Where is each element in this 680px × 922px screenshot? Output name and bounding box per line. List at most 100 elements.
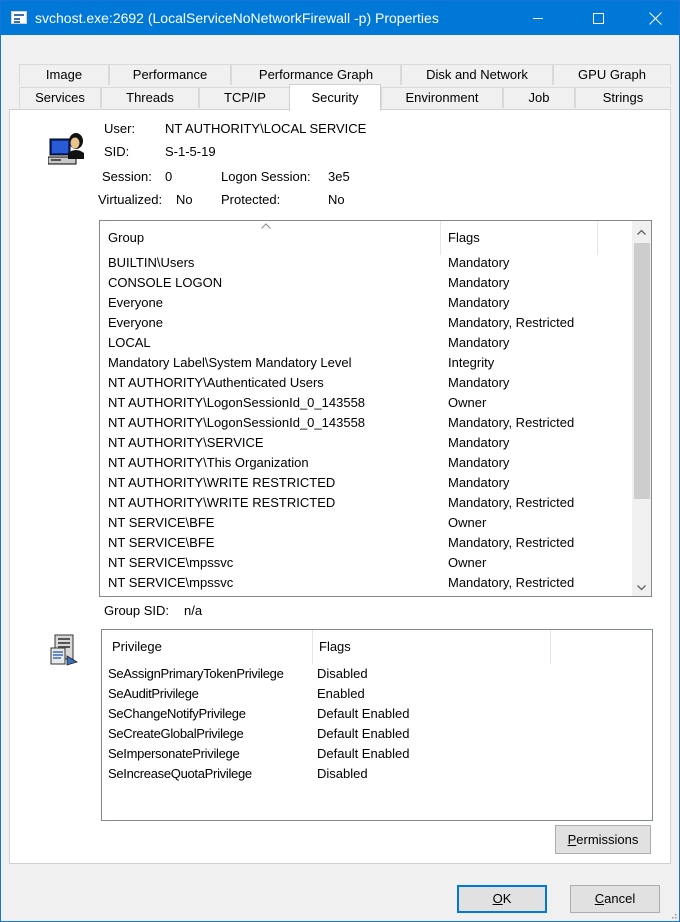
window-app-icon [11,11,27,24]
session-value: 0 [165,169,173,184]
ok-button[interactable]: OK [457,885,547,913]
tab-image[interactable]: Image [19,64,109,85]
tab-threads[interactable]: Threads [101,87,199,108]
resize-grip-icon[interactable] [667,909,677,919]
user-value: NT AUTHORITY\LOCAL SERVICE [165,121,367,136]
close-icon [649,11,663,25]
tab-services[interactable]: Services [19,87,101,108]
group-row-name[interactable]: NT AUTHORITY\LogonSessionId_0_143558 [108,415,365,430]
group-row-flags[interactable]: Mandatory [448,275,509,290]
virtualized-value: No [176,192,193,207]
group-row-flags[interactable]: Mandatory, Restricted [448,315,574,330]
close-button[interactable] [633,1,679,35]
title-bar[interactable]: svchost.exe:2692 (LocalServiceNoNetworkF… [1,1,679,35]
group-row-name[interactable]: NT AUTHORITY\This Organization [108,455,309,470]
group-row-name[interactable]: NT AUTHORITY\Authenticated Users [108,375,324,390]
privilege-row-name[interactable]: SeIncreaseQuotaPrivilege [108,766,252,781]
tab-job[interactable]: Job [503,87,575,108]
group-row-name[interactable]: Everyone [108,315,163,330]
cancel-button[interactable]: Cancel [570,885,660,913]
user-computer-icon [48,133,84,165]
group-row-flags[interactable]: Mandatory, Restricted [448,575,574,590]
group-row-name[interactable]: NT AUTHORITY\WRITE RESTRICTED [108,475,335,490]
privilege-flags-column-header[interactable]: Flags [311,630,551,664]
maximize-icon [592,12,604,24]
group-row-name[interactable]: BUILTIN\Users [108,255,194,270]
group-row-name[interactable]: NT SERVICE\BFE [108,535,214,550]
sid-label: SID: [104,144,130,159]
logon-session-label: Logon Session: [221,169,311,184]
group-row-flags[interactable]: Mandatory [448,335,509,350]
group-row-flags[interactable]: Mandatory, Restricted [448,495,574,510]
minimize-icon [533,17,543,19]
privilege-row-flags[interactable]: Default Enabled [317,746,410,761]
scroll-thumb[interactable] [634,243,650,499]
user-label: User: [104,121,136,136]
properties-window: svchost.exe:2692 (LocalServiceNoNetworkF… [0,0,680,922]
protected-label: Protected: [221,192,281,207]
group-row-name[interactable]: NT SERVICE\mpssvc [108,575,233,590]
group-row-flags[interactable]: Mandatory, Restricted [448,415,574,430]
group-row-flags[interactable]: Mandatory [448,255,509,270]
group-row-flags[interactable]: Integrity [448,355,494,370]
tab-performance[interactable]: Performance [109,64,231,85]
tab-environment[interactable]: Environment [381,87,503,108]
privileges-icon [50,634,78,666]
tab-security[interactable]: Security [289,84,381,111]
group-row-flags[interactable]: Owner [448,395,486,410]
privilege-row-flags[interactable]: Enabled [317,686,365,701]
tab-tcpip[interactable]: TCP/IP [199,87,291,108]
group-sid-label: Group SID: [104,603,170,618]
group-row-flags[interactable]: Mandatory [448,375,509,390]
group-row-flags[interactable]: Owner [448,515,486,530]
flags-column-header[interactable]: Flags [440,221,597,255]
group-row-name[interactable]: NT AUTHORITY\LogonSessionId_0_143558 [108,395,365,410]
column-separator[interactable] [597,221,598,255]
group-row-name[interactable]: LOCAL [108,335,151,350]
maximize-button[interactable] [575,1,621,35]
groups-vertical-scrollbar[interactable] [632,221,651,596]
privilege-row-name[interactable]: SeAssignPrimaryTokenPrivilege [108,666,284,681]
tab-disk-and-network[interactable]: Disk and Network [401,64,553,85]
group-row-flags[interactable]: Mandatory, Restricted [448,535,574,550]
group-sid-value: n/a [184,603,203,618]
group-row-flags[interactable]: Owner [448,555,486,570]
group-row-name[interactable]: Everyone [108,295,163,310]
group-row-name[interactable]: CONSOLE LOGON [108,275,222,290]
group-row-flags[interactable]: Mandatory [448,455,509,470]
virtualized-label: Virtualized: [98,192,163,207]
group-row-name[interactable]: NT AUTHORITY\SERVICE [108,435,264,450]
group-row-name[interactable]: Mandatory Label\System Mandatory Level [108,355,352,370]
sid-value: S-1-5-19 [165,144,216,159]
privilege-row-name[interactable]: SeCreateGlobalPrivilege [108,726,244,741]
privilege-row-flags[interactable]: Default Enabled [317,706,410,721]
scroll-up-icon[interactable] [637,228,646,237]
tab-strings[interactable]: Strings [575,87,671,108]
tab-gpu-graph[interactable]: GPU Graph [553,64,671,85]
group-row-flags[interactable]: Mandatory [448,435,509,450]
privilege-row-name[interactable]: SeImpersonatePrivilege [108,746,240,761]
group-row-flags[interactable]: Mandatory [448,475,509,490]
minimize-button[interactable] [515,1,561,35]
privilege-column-header[interactable]: Privilege [104,630,309,664]
privilege-row-flags[interactable]: Disabled [317,766,368,781]
privilege-row-name[interactable]: SeAuditPrivilege [108,686,199,701]
permissions-button[interactable]: Permissions [555,825,651,854]
privileges-list[interactable]: Privilege Flags SeAssignPrimaryTokenPriv… [101,629,653,821]
group-row-flags[interactable]: Mandatory [448,295,509,310]
scroll-down-icon[interactable] [637,583,646,592]
sort-ascending-icon [261,223,271,229]
protected-value: No [328,192,345,207]
group-row-name[interactable]: NT SERVICE\mpssvc [108,555,233,570]
session-label: Session: [102,169,152,184]
privilege-row-name[interactable]: SeChangeNotifyPrivilege [108,706,246,721]
privilege-row-flags[interactable]: Disabled [317,666,368,681]
logon-session-value: 3e5 [328,169,350,184]
privilege-row-flags[interactable]: Default Enabled [317,726,410,741]
column-separator[interactable] [550,630,551,664]
group-row-name[interactable]: NT SERVICE\BFE [108,515,214,530]
group-row-name[interactable]: NT AUTHORITY\WRITE RESTRICTED [108,495,335,510]
window-title: svchost.exe:2692 (LocalServiceNoNetworkF… [35,10,439,26]
tab-performance-graph[interactable]: Performance Graph [231,64,401,85]
groups-list[interactable]: Group Flags BUILTIN\Users Mandatory CONSOL… [99,220,652,597]
